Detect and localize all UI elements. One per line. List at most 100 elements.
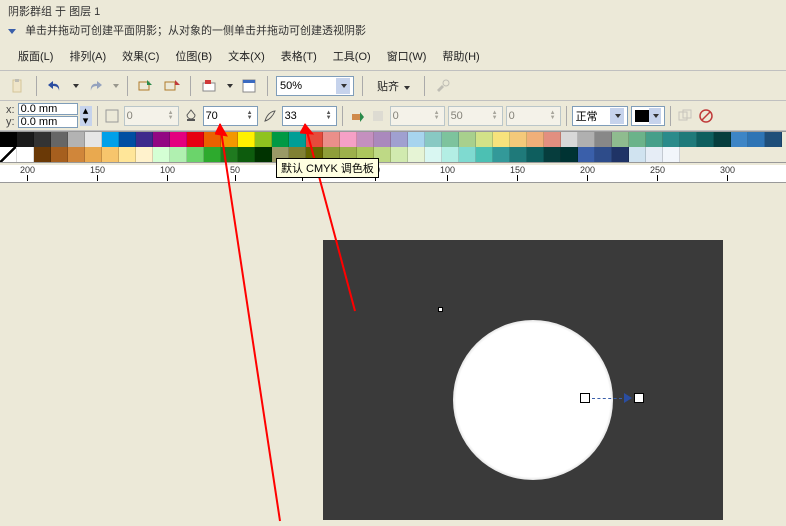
menu-table[interactable]: 表格(T) bbox=[275, 46, 323, 66]
color-swatch[interactable] bbox=[578, 147, 595, 162]
color-swatch[interactable] bbox=[442, 132, 459, 147]
color-swatch[interactable] bbox=[459, 132, 476, 147]
clear-shadow-icon[interactable] bbox=[697, 106, 715, 126]
handle-end-icon[interactable] bbox=[634, 393, 644, 403]
color-swatch[interactable] bbox=[170, 147, 187, 162]
color-select[interactable] bbox=[631, 106, 665, 126]
color-swatch[interactable] bbox=[34, 147, 51, 162]
color-swatch[interactable] bbox=[748, 132, 765, 147]
color-swatch[interactable] bbox=[629, 147, 646, 162]
menu-window[interactable]: 窗口(W) bbox=[381, 46, 433, 66]
selection-handle[interactable] bbox=[438, 307, 443, 312]
color-swatch[interactable] bbox=[102, 147, 119, 162]
color-swatch[interactable] bbox=[680, 132, 697, 147]
color-swatch[interactable] bbox=[17, 132, 34, 147]
menu-arrange[interactable]: 排列(A) bbox=[63, 46, 112, 66]
handle-arrow-icon[interactable] bbox=[624, 393, 632, 403]
zoom-select[interactable]: 50% bbox=[276, 76, 354, 96]
color-swatch[interactable] bbox=[51, 132, 68, 147]
color-swatch[interactable] bbox=[425, 132, 442, 147]
color-swatch[interactable] bbox=[85, 132, 102, 147]
y-input[interactable]: 0.0 mm bbox=[18, 116, 78, 128]
menu-bitmap[interactable]: 位图(B) bbox=[169, 46, 218, 66]
color-swatch[interactable] bbox=[391, 147, 408, 162]
handle-start-icon[interactable] bbox=[580, 393, 590, 403]
menu-text[interactable]: 文本(X) bbox=[222, 46, 271, 66]
color-swatch[interactable] bbox=[527, 147, 544, 162]
color-swatch[interactable] bbox=[561, 132, 578, 147]
export-icon[interactable] bbox=[162, 76, 182, 96]
import-icon[interactable] bbox=[136, 76, 156, 96]
color-swatch[interactable] bbox=[544, 132, 561, 147]
color-swatch[interactable] bbox=[136, 147, 153, 162]
undo-button[interactable] bbox=[45, 76, 65, 96]
mode-dropdown-icon[interactable] bbox=[610, 108, 624, 124]
color-swatch[interactable] bbox=[527, 132, 544, 147]
redo-dropdown[interactable] bbox=[113, 84, 119, 88]
app-launcher-dropdown[interactable] bbox=[227, 84, 233, 88]
color-swatch[interactable] bbox=[561, 147, 578, 162]
color-swatch[interactable] bbox=[646, 132, 663, 147]
color-swatch[interactable] bbox=[476, 132, 493, 147]
color-swatch[interactable] bbox=[425, 147, 442, 162]
color-swatch[interactable] bbox=[612, 132, 629, 147]
menu-effects[interactable]: 效果(C) bbox=[116, 46, 165, 66]
undo-dropdown[interactable] bbox=[73, 84, 79, 88]
color-swatch[interactable] bbox=[391, 132, 408, 147]
zoom-dropdown-icon[interactable] bbox=[336, 78, 350, 94]
color-swatch[interactable] bbox=[153, 147, 170, 162]
color-swatch[interactable] bbox=[578, 132, 595, 147]
snap-menu[interactable]: 贴齐 bbox=[371, 76, 416, 96]
app-launcher-icon[interactable] bbox=[199, 76, 219, 96]
menu-help[interactable]: 帮助(H) bbox=[436, 46, 485, 66]
color-swatch[interactable] bbox=[170, 132, 187, 147]
color-swatch[interactable] bbox=[0, 132, 17, 147]
redo-button[interactable] bbox=[85, 76, 105, 96]
shadow-drag-handle[interactable] bbox=[580, 393, 644, 403]
angle-input[interactable]: 0 ▲▼ bbox=[124, 106, 179, 126]
color-swatch[interactable] bbox=[510, 132, 527, 147]
color-swatch[interactable] bbox=[102, 132, 119, 147]
color-swatch[interactable] bbox=[731, 132, 748, 147]
color-swatch[interactable] bbox=[187, 147, 204, 162]
color-swatch[interactable] bbox=[663, 132, 680, 147]
merge-mode-select[interactable]: 正常 bbox=[572, 106, 628, 126]
color-swatch[interactable] bbox=[34, 132, 51, 147]
canvas-artboard[interactable] bbox=[323, 240, 723, 520]
color-swatch[interactable] bbox=[595, 132, 612, 147]
color-swatch[interactable] bbox=[68, 147, 85, 162]
color-swatch[interactable] bbox=[153, 132, 170, 147]
color-swatch[interactable] bbox=[408, 132, 425, 147]
color-swatch[interactable] bbox=[714, 132, 731, 147]
color-swatch[interactable] bbox=[765, 132, 782, 147]
color-swatch[interactable] bbox=[595, 147, 612, 162]
spinner-down-icon[interactable]: ▾ bbox=[80, 116, 92, 126]
color-dropdown-icon[interactable] bbox=[649, 108, 661, 124]
color-swatch[interactable] bbox=[459, 147, 476, 162]
color-swatch[interactable] bbox=[476, 147, 493, 162]
color-swatch[interactable] bbox=[68, 132, 85, 147]
menu-layout[interactable]: 版面(L) bbox=[12, 46, 59, 66]
color-swatch[interactable] bbox=[119, 132, 136, 147]
x-input[interactable]: 0.0 mm bbox=[18, 103, 78, 115]
welcome-icon[interactable] bbox=[239, 76, 259, 96]
preset-icon[interactable] bbox=[103, 106, 121, 126]
color-swatch[interactable] bbox=[510, 147, 527, 162]
menu-tools[interactable]: 工具(O) bbox=[327, 46, 377, 66]
color-swatch[interactable] bbox=[646, 147, 663, 162]
color-swatch[interactable] bbox=[51, 147, 68, 162]
color-swatch[interactable] bbox=[408, 147, 425, 162]
color-swatch[interactable] bbox=[136, 132, 153, 147]
color-swatch[interactable] bbox=[629, 132, 646, 147]
no-fill-swatch[interactable] bbox=[0, 147, 17, 162]
color-swatch[interactable] bbox=[442, 147, 459, 162]
color-swatch[interactable] bbox=[697, 132, 714, 147]
color-swatch[interactable] bbox=[85, 147, 102, 162]
color-swatch[interactable] bbox=[493, 147, 510, 162]
color-swatch[interactable] bbox=[187, 132, 204, 147]
color-swatch[interactable] bbox=[663, 147, 680, 162]
color-swatch[interactable] bbox=[544, 147, 561, 162]
color-swatch[interactable] bbox=[612, 147, 629, 162]
color-swatch[interactable] bbox=[17, 147, 34, 162]
color-swatch[interactable] bbox=[119, 147, 136, 162]
